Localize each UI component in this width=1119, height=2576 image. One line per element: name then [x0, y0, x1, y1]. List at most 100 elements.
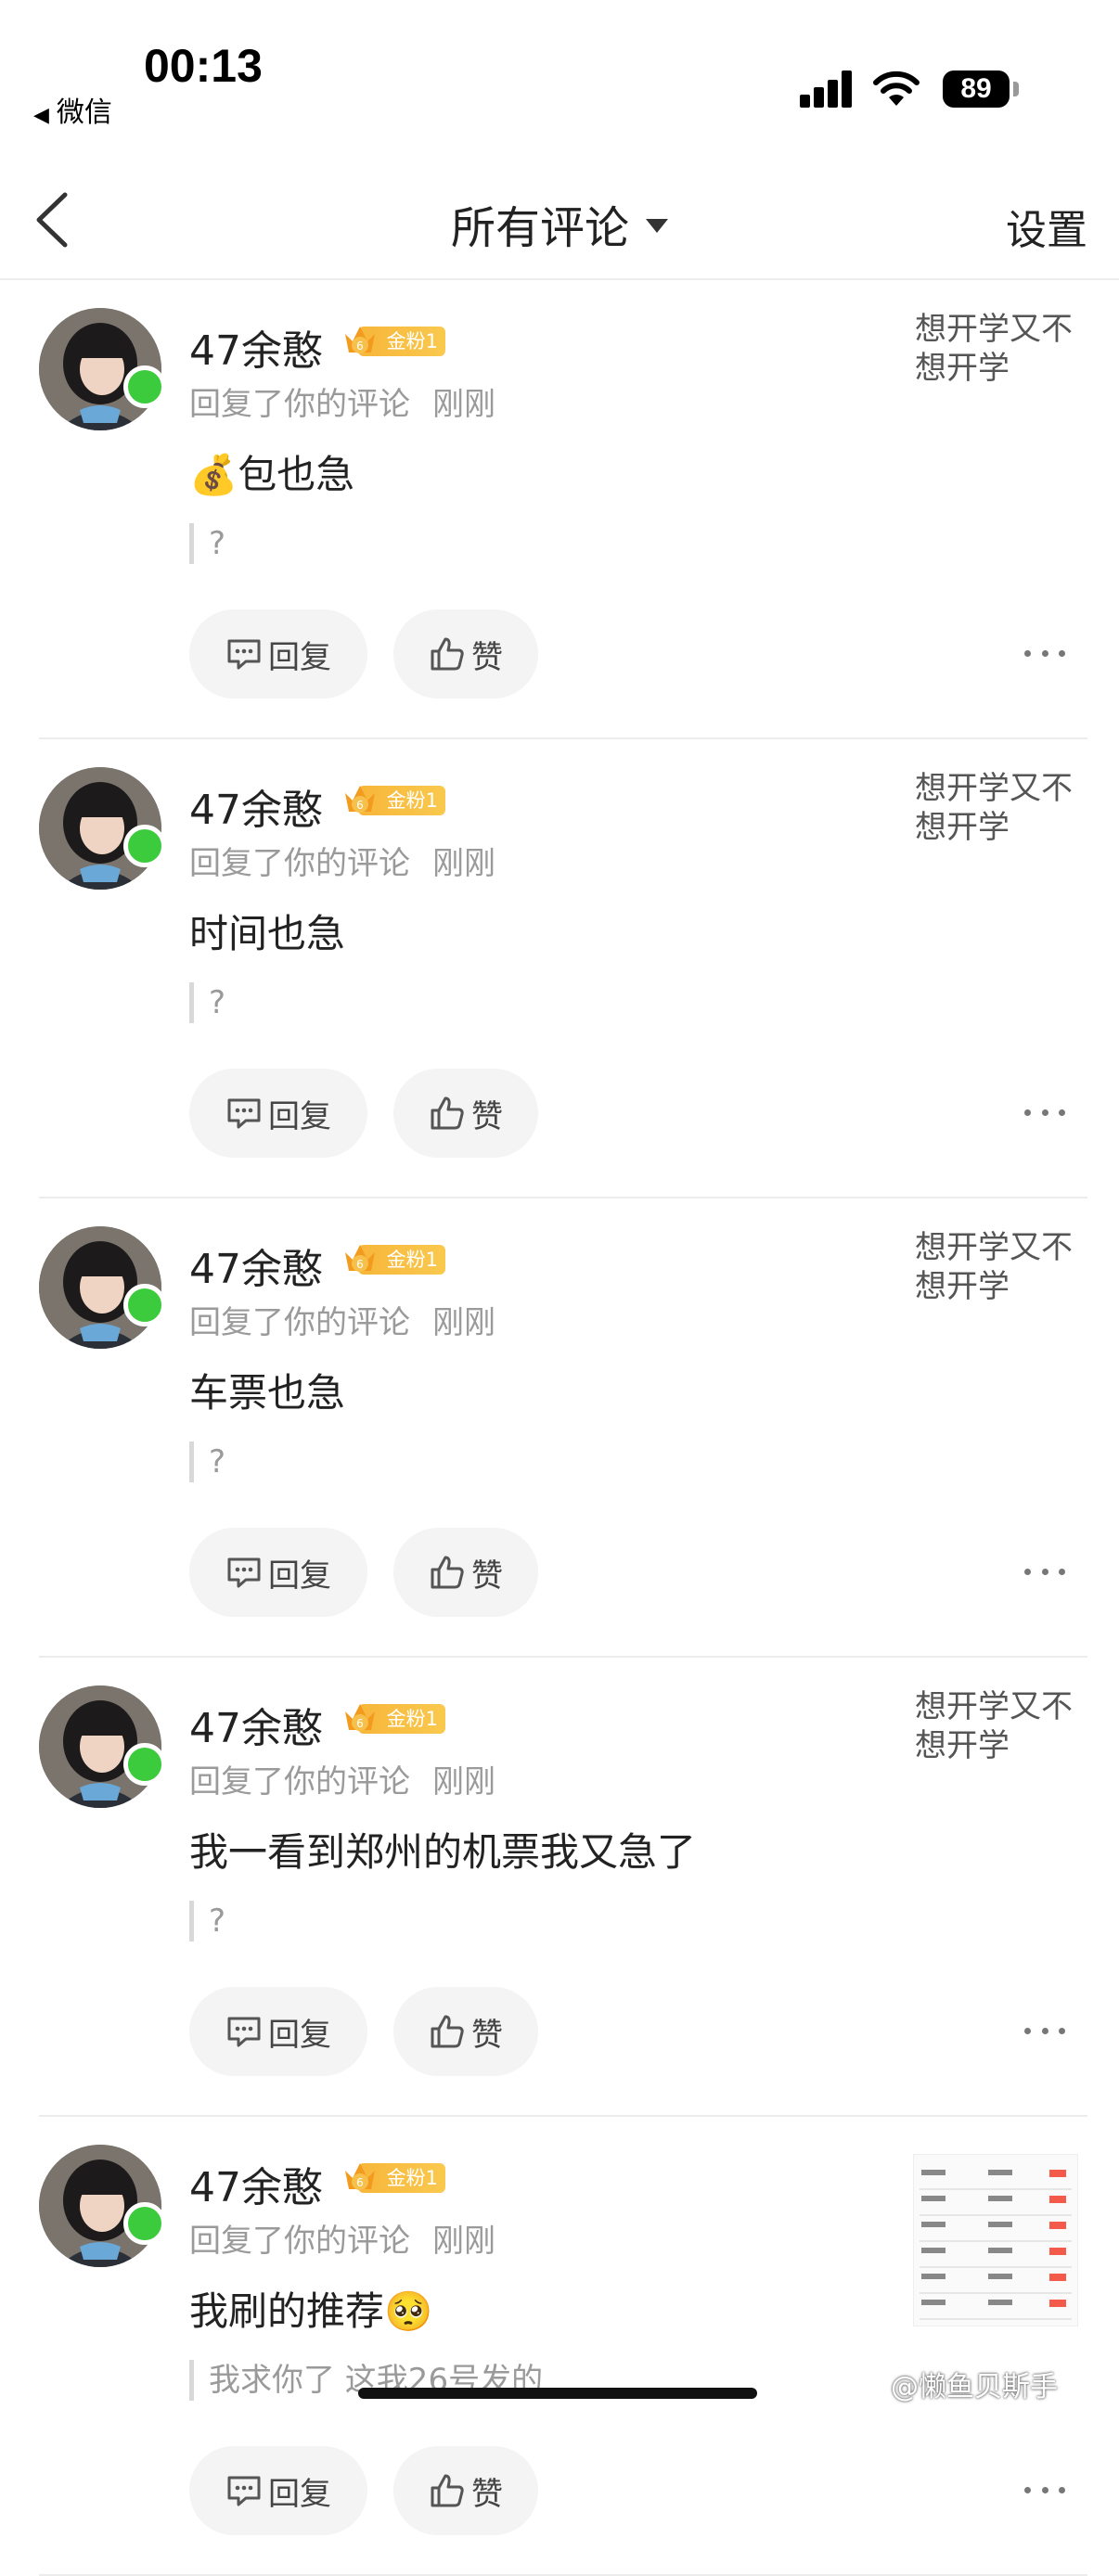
home-indicator[interactable]: [358, 2388, 757, 2399]
thumbs-up-icon: [431, 2474, 464, 2507]
page-title-text: 所有评论: [450, 202, 629, 254]
comment-item[interactable]: 47余憨 金粉1 6 回复了你的评论 刚刚 想开学又不想开学 💰包也急 ? 回复 …: [0, 280, 1119, 739]
caret-down-icon: [646, 218, 668, 233]
svg-text:6: 6: [356, 2176, 364, 2189]
battery-icon: 89: [943, 70, 1010, 108]
svg-text:6: 6: [356, 340, 364, 352]
fan-badge: 金粉1 6: [341, 323, 445, 360]
timestamp: 刚刚: [432, 845, 495, 882]
page-title[interactable]: 所有评论: [0, 191, 1119, 256]
comment-icon: [227, 639, 261, 670]
quoted-comment[interactable]: ?: [189, 523, 225, 564]
reply-button[interactable]: 回复: [189, 2446, 367, 2535]
original-post-preview[interactable]: 想开学又不想开学: [915, 1228, 1091, 1306]
original-post-thumbnail[interactable]: [913, 2154, 1078, 2326]
user-name[interactable]: 47余憨: [189, 776, 323, 836]
battery-cap: [1013, 82, 1019, 96]
crown-icon: 6: [345, 327, 375, 353]
comment-text: 我一看到郑州的机票我又急了: [189, 1829, 697, 1875]
quoted-comment[interactable]: ?: [189, 1901, 225, 1942]
comment-item[interactable]: 47余憨 金粉1 6 回复了你的评论 刚刚 想开学又不想开学 车票也急 ? 回复 …: [0, 1198, 1119, 1658]
ellipsis-icon[interactable]: [1024, 1103, 1065, 1121]
thumbs-up-icon: [431, 1096, 464, 1130]
like-button[interactable]: 赞: [393, 609, 538, 698]
comment-text: 我刷的推荐🥺: [189, 2288, 433, 2334]
original-post-preview[interactable]: 想开学又不想开学: [915, 769, 1091, 847]
original-post-preview[interactable]: 想开学又不想开学: [915, 310, 1091, 388]
nav-bar: 所有评论 设置: [0, 167, 1119, 280]
fan-badge: 金粉1 6: [341, 782, 445, 819]
crown-icon: 6: [345, 1245, 375, 1272]
original-post-preview[interactable]: 想开学又不想开学: [915, 1687, 1091, 1765]
comment-content: 时间也急: [189, 903, 345, 959]
reply-button[interactable]: 回复: [189, 1987, 367, 2076]
quoted-comment[interactable]: ?: [189, 982, 225, 1023]
comment-icon: [227, 2476, 261, 2506]
like-label: 赞: [471, 1097, 503, 1135]
ellipsis-icon[interactable]: [1024, 644, 1065, 662]
online-status-dot: [123, 2202, 166, 2245]
comment-meta: 回复了你的评论 刚刚: [189, 378, 495, 424]
like-button[interactable]: 赞: [393, 1069, 538, 1158]
fan-badge: 金粉1 6: [341, 2159, 445, 2197]
user-name[interactable]: 47余憨: [189, 1236, 323, 1295]
user-name[interactable]: 47余憨: [189, 1695, 323, 1754]
timestamp: 刚刚: [432, 2223, 495, 2260]
status-time: 00:13: [144, 40, 263, 92]
comment-icon: [227, 1098, 261, 1129]
reply-label: 回复: [268, 2475, 331, 2513]
comment-meta: 回复了你的评论 刚刚: [189, 838, 495, 883]
reply-button[interactable]: 回复: [189, 1528, 367, 1617]
like-label: 赞: [471, 2475, 503, 2513]
comment-text: 车票也急: [189, 1370, 346, 1416]
comment-meta: 回复了你的评论 刚刚: [189, 1297, 495, 1342]
action-text: 回复了你的评论: [189, 1763, 410, 1801]
comment-icon: [227, 2017, 261, 2047]
reply-label: 回复: [268, 2016, 331, 2054]
back-triangle-icon: ◀: [33, 104, 49, 127]
svg-text:6: 6: [356, 799, 364, 812]
like-button[interactable]: 赞: [393, 2446, 538, 2535]
watermark: @懒鱼贝斯手: [891, 2371, 1058, 2403]
comment-text: 包也急: [238, 452, 355, 497]
comment-item[interactable]: 47余憨 金粉1 6 回复了你的评论 刚刚 我刷的推荐🥺 我求你了 这我26号发的…: [0, 2117, 1119, 2576]
back-to-app-link[interactable]: ◀ 微信: [33, 89, 112, 130]
user-name[interactable]: 47余憨: [189, 317, 323, 377]
fan-badge: 金粉1 6: [341, 1700, 445, 1737]
like-button[interactable]: 赞: [393, 1528, 538, 1617]
user-name[interactable]: 47余憨: [189, 2154, 323, 2213]
online-status-dot: [123, 825, 166, 867]
fan-badge: 金粉1 6: [341, 1241, 445, 1278]
online-status-dot: [123, 1284, 166, 1326]
comment-icon: [227, 1557, 261, 1588]
back-app-label: 微信: [56, 96, 112, 129]
comment-meta: 回复了你的评论 刚刚: [189, 2215, 495, 2261]
like-label: 赞: [471, 638, 503, 676]
quoted-comment[interactable]: ?: [189, 1442, 225, 1482]
ellipsis-icon[interactable]: [1024, 1562, 1065, 1581]
svg-text:6: 6: [356, 1258, 364, 1271]
action-text: 回复了你的评论: [189, 2223, 410, 2260]
reply-label: 回复: [268, 1557, 331, 1595]
comment-content: 我刷的推荐🥺: [189, 2280, 432, 2337]
comment-text: 时间也急: [189, 911, 346, 956]
reply-button[interactable]: 回复: [189, 1069, 367, 1158]
comment-item[interactable]: 47余憨 金粉1 6 回复了你的评论 刚刚 想开学又不想开学 时间也急 ? 回复 …: [0, 739, 1119, 1198]
signal-icon: [800, 70, 852, 108]
action-text: 回复了你的评论: [189, 386, 410, 423]
comment-item[interactable]: 47余憨 金粉1 6 回复了你的评论 刚刚 想开学又不想开学 我一看到郑州的机票我…: [0, 1658, 1119, 2117]
like-button[interactable]: 赞: [393, 1987, 538, 2076]
crown-icon: 6: [345, 786, 375, 813]
like-label: 赞: [471, 2016, 503, 2054]
svg-text:6: 6: [356, 1717, 364, 1730]
ellipsis-icon[interactable]: [1024, 2480, 1065, 2499]
comment-meta: 回复了你的评论 刚刚: [189, 1756, 495, 1801]
settings-button[interactable]: 设置: [1006, 197, 1087, 256]
thumbs-up-icon: [431, 637, 464, 671]
wifi-icon: [873, 70, 920, 106]
thumbs-up-icon: [431, 2015, 464, 2048]
online-status-dot: [123, 1743, 166, 1786]
ellipsis-icon[interactable]: [1024, 2021, 1065, 2040]
reply-button[interactable]: 回复: [189, 609, 367, 698]
online-status-dot: [123, 365, 166, 408]
